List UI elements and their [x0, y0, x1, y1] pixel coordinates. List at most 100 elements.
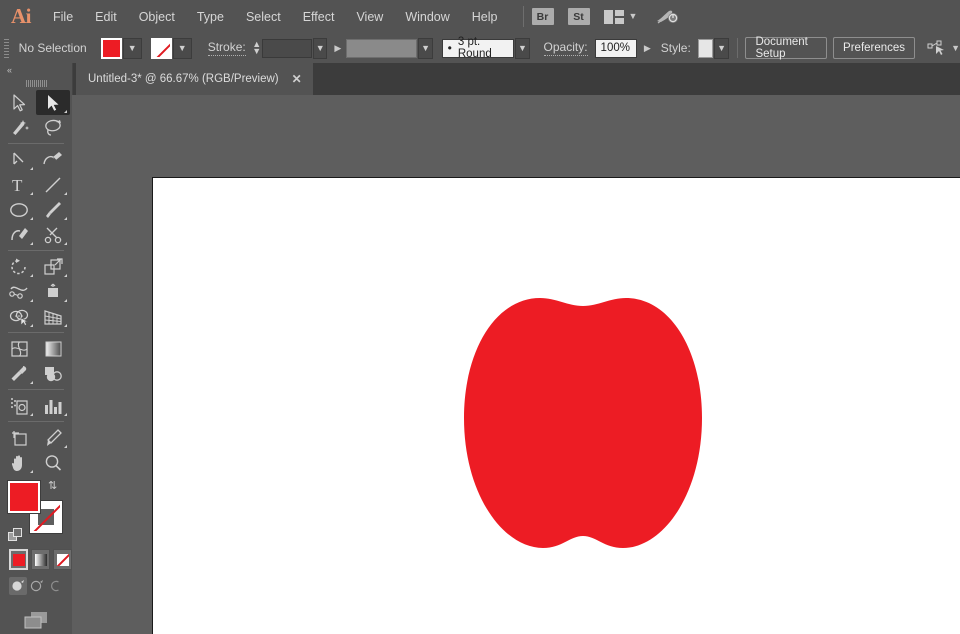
- opacity-label[interactable]: Opacity:: [543, 40, 588, 56]
- stroke-weight-stepper[interactable]: ▲ ▼: [252, 38, 262, 59]
- control-bar-grip[interactable]: [2, 37, 11, 59]
- magic-wand-tool[interactable]: [2, 115, 36, 140]
- zoom-tool[interactable]: [36, 450, 70, 475]
- style-label: Style:: [660, 41, 691, 55]
- free-transform-tool[interactable]: [36, 279, 70, 304]
- menu-view[interactable]: View: [345, 0, 394, 33]
- pen-tool[interactable]: [2, 147, 36, 172]
- select-similar-options[interactable]: ▼: [927, 40, 960, 56]
- paintbrush-tool[interactable]: [36, 197, 70, 222]
- menu-file[interactable]: File: [42, 0, 84, 33]
- rotate-tool[interactable]: [2, 254, 36, 279]
- menu-bar: Ai File Edit Object Type Select Effect V…: [0, 0, 960, 33]
- gradient-button[interactable]: [31, 549, 51, 570]
- shaper-pencil-tool[interactable]: [2, 222, 36, 247]
- fill-swatch-group[interactable]: ▼: [100, 37, 142, 59]
- stroke-weight-input[interactable]: [261, 38, 313, 58]
- artboard[interactable]: [152, 177, 960, 634]
- mesh-tool[interactable]: [2, 336, 36, 361]
- tools-divider: [8, 143, 64, 144]
- tool-flyout-indicator: [64, 413, 67, 416]
- column-graph-tool[interactable]: [36, 393, 70, 418]
- color-button[interactable]: [9, 549, 29, 570]
- graphic-style-dropdown[interactable]: ▼: [714, 37, 729, 59]
- opacity-input[interactable]: 100%: [594, 38, 637, 58]
- select-similar-icon: [927, 40, 945, 55]
- artboard-tool[interactable]: [2, 425, 36, 450]
- perspective-grid-tool[interactable]: [36, 304, 70, 329]
- preferences-button[interactable]: Preferences: [833, 37, 916, 59]
- default-fill-stroke-icon[interactable]: [8, 528, 23, 543]
- blend-tool[interactable]: [36, 361, 70, 386]
- draw-inside-button[interactable]: [47, 577, 65, 595]
- sync-settings-icon[interactable]: [655, 8, 679, 26]
- lasso-tool[interactable]: [36, 115, 70, 140]
- tool-flyout-indicator: [64, 445, 67, 448]
- ellipse-tool[interactable]: [2, 197, 36, 222]
- menu-window[interactable]: Window: [394, 0, 460, 33]
- variable-width-profile-input[interactable]: [346, 38, 418, 58]
- scale-tool[interactable]: [36, 254, 70, 279]
- change-screen-mode-button[interactable]: [0, 595, 72, 631]
- stock-icon[interactable]: St: [567, 8, 590, 25]
- hand-tool[interactable]: [2, 450, 36, 475]
- stroke-swatch-group[interactable]: ▼: [150, 37, 192, 59]
- menu-help[interactable]: Help: [461, 0, 509, 33]
- control-bar-divider: [736, 38, 738, 58]
- apple-shape[interactable]: [458, 298, 708, 553]
- stroke-weight-label[interactable]: Stroke:: [207, 40, 246, 56]
- brush-definition-value: 3 pt. Round: [457, 36, 492, 60]
- eyedropper-tool[interactable]: [2, 361, 36, 386]
- svg-text:T: T: [12, 176, 23, 194]
- direct-selection-tool[interactable]: [36, 90, 70, 115]
- draw-behind-button[interactable]: [28, 577, 46, 595]
- control-bar: No Selection ▼ ▼ Stroke: ▲ ▼ ▼ ▶ ▼ • 3 p…: [0, 33, 960, 64]
- width-warp-tool[interactable]: [2, 279, 36, 304]
- document-setup-button[interactable]: Document Setup: [745, 36, 828, 60]
- selection-tool[interactable]: [2, 90, 36, 115]
- tool-flyout-indicator: [30, 413, 33, 416]
- tools-group-1: T: [0, 90, 72, 475]
- fill-color-swatch[interactable]: [100, 37, 122, 59]
- gradient-tool[interactable]: [36, 336, 70, 361]
- tool-flyout-indicator: [30, 299, 33, 302]
- tool-flyout-indicator: [64, 192, 67, 195]
- menu-select[interactable]: Select: [235, 0, 292, 33]
- fill-dropdown-button[interactable]: ▼: [122, 37, 142, 59]
- symbol-sprayer-tool[interactable]: [2, 393, 36, 418]
- brush-definition-dropdown[interactable]: ▼: [515, 37, 530, 59]
- menu-type[interactable]: Type: [186, 0, 235, 33]
- line-segment-tool[interactable]: [36, 172, 70, 197]
- menu-effect[interactable]: Effect: [292, 0, 346, 33]
- curvature-tool[interactable]: [36, 147, 70, 172]
- tool-flyout-indicator: [30, 324, 33, 327]
- bridge-icon[interactable]: Br: [531, 8, 554, 25]
- brush-definition-input[interactable]: • 3 pt. Round: [441, 36, 515, 60]
- none-button[interactable]: [53, 549, 72, 570]
- canvas-area[interactable]: [72, 95, 960, 634]
- slice-tool[interactable]: [36, 425, 70, 450]
- toolbar-fill-swatch[interactable]: [8, 481, 40, 513]
- arrange-documents-icon[interactable]: ▼: [603, 9, 637, 24]
- opacity-panel-chevron-icon[interactable]: ▶: [644, 43, 651, 53]
- stroke-panel-chevron-icon[interactable]: ▶: [334, 43, 341, 53]
- stroke-dropdown-button[interactable]: ▼: [172, 37, 192, 59]
- type-tool[interactable]: T: [2, 172, 36, 197]
- tool-flyout-indicator: [30, 192, 33, 195]
- tools-panel-grip[interactable]: [0, 77, 72, 90]
- menu-object[interactable]: Object: [128, 0, 186, 33]
- menu-edit[interactable]: Edit: [84, 0, 128, 33]
- variable-width-profile-dropdown[interactable]: ▼: [418, 37, 433, 59]
- document-tab[interactable]: Untitled-3* @ 66.67% (RGB/Preview) ✕: [76, 63, 313, 95]
- stroke-weight-dropdown-button[interactable]: ▼: [313, 37, 328, 59]
- stroke-color-swatch[interactable]: [150, 37, 172, 59]
- tool-flyout-indicator: [30, 217, 33, 220]
- swap-fill-stroke-icon[interactable]: ⇅: [48, 479, 57, 492]
- close-icon[interactable]: ✕: [279, 72, 313, 86]
- chevron-down-icon: ▼: [421, 42, 430, 53]
- graphic-style-swatch[interactable]: [697, 38, 714, 58]
- scissors-eraser-tool[interactable]: [36, 222, 70, 247]
- collapse-panel-button[interactable]: «: [0, 63, 72, 77]
- draw-normal-button[interactable]: [9, 577, 27, 595]
- shape-builder-tool[interactable]: [2, 304, 36, 329]
